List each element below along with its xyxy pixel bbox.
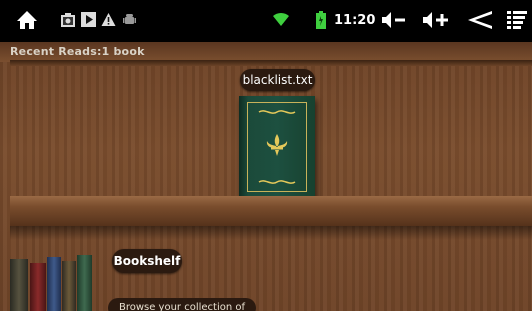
status-clock: 11:20 bbox=[334, 13, 376, 28]
status-bar: 11:20 bbox=[0, 0, 532, 42]
book-spine bbox=[47, 257, 61, 311]
recent-reads-label: Recent Reads:1 book bbox=[10, 45, 145, 58]
bookshelf-title-tag[interactable]: Bookshelf bbox=[112, 249, 182, 273]
play-icon bbox=[81, 12, 96, 27]
book-bottom-ornament bbox=[258, 180, 296, 184]
top-ledge bbox=[10, 60, 532, 66]
book-spine bbox=[77, 255, 92, 311]
bookshelf-subtitle: Browse your collection of books bbox=[108, 298, 256, 311]
bookshelf-books[interactable] bbox=[10, 251, 94, 311]
warning-icon bbox=[101, 12, 116, 27]
book-spine bbox=[62, 261, 76, 311]
wifi-icon bbox=[272, 11, 290, 27]
android-debug-icon bbox=[123, 13, 136, 26]
book-spine bbox=[30, 263, 46, 311]
recent-book-title-tag[interactable]: blacklist.txt bbox=[240, 69, 315, 91]
screen: 11:20 Recent Reads:1 book blacklist.txt bbox=[0, 0, 532, 311]
fleur-de-lis-icon bbox=[266, 134, 288, 156]
back-icon[interactable] bbox=[466, 10, 494, 30]
book-spine bbox=[10, 259, 28, 311]
book-top-ornament bbox=[258, 110, 296, 114]
menu-icon[interactable] bbox=[507, 11, 527, 29]
middle-shelf bbox=[10, 196, 532, 226]
battery-icon bbox=[316, 11, 326, 29]
home-icon[interactable] bbox=[16, 10, 38, 30]
volume-down-icon[interactable] bbox=[381, 11, 407, 29]
volume-up-icon[interactable] bbox=[422, 11, 450, 29]
middle-shelf-shadow bbox=[10, 226, 532, 240]
recent-book-cover[interactable] bbox=[239, 96, 315, 198]
screenshot-icon bbox=[60, 12, 76, 28]
